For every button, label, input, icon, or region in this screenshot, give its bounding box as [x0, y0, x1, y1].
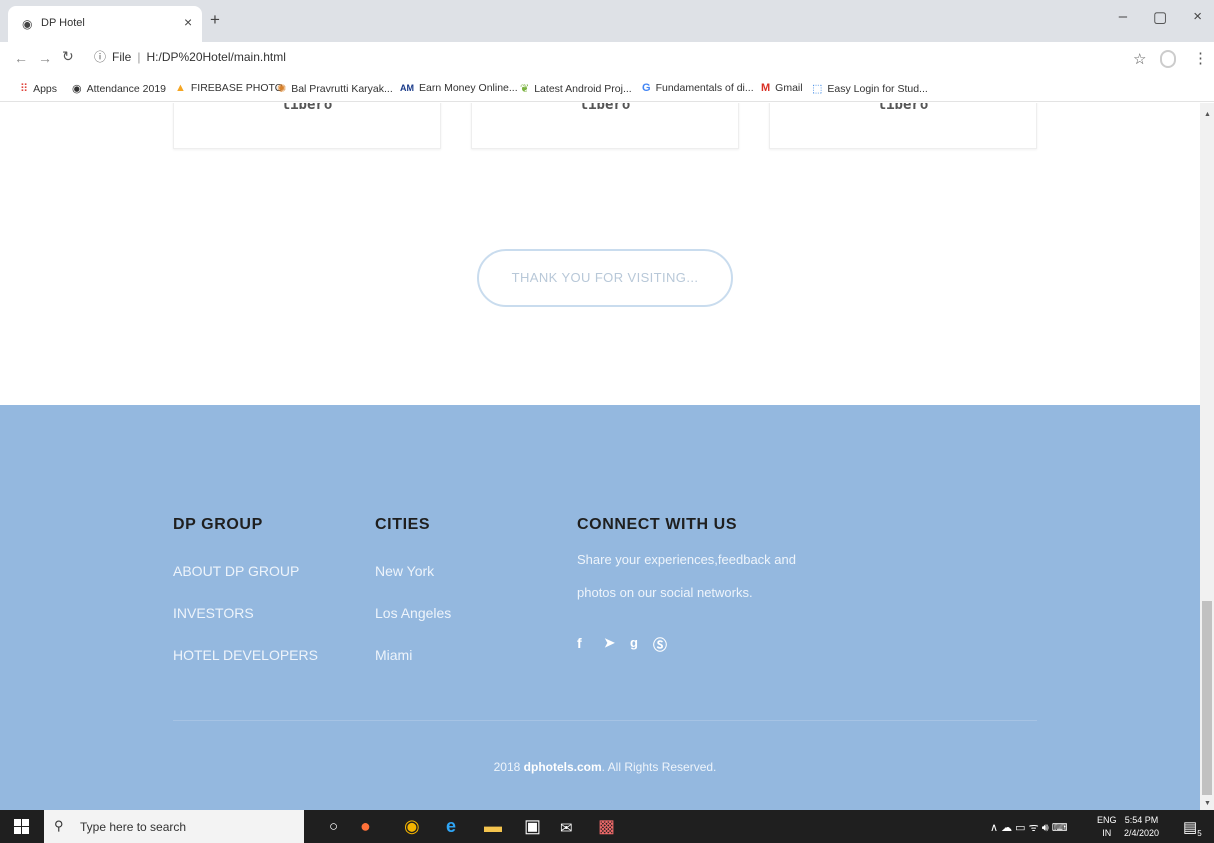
- bookmark-star-icon[interactable]: ☆: [1133, 50, 1146, 68]
- bookmark-android-projects[interactable]: ❦ Latest Android Proj...: [520, 82, 632, 95]
- system-tray-icons[interactable]: ∧ ☁ ▭ ᯤ 🔊︎ ⌨: [990, 820, 1068, 835]
- bookmark-easy-login[interactable]: ⬚ Easy Login for Stud...: [812, 82, 928, 95]
- footer-heading-cities: CITIES: [375, 516, 431, 533]
- xampp-icon[interactable]: ▩: [598, 816, 615, 837]
- maximize-button[interactable]: ▢: [1153, 8, 1167, 26]
- minimize-button[interactable]: –: [1119, 8, 1127, 26]
- footer-connect-line-2: photos on our social networks.: [577, 585, 753, 600]
- google-icon: G: [642, 82, 651, 94]
- chrome-icon[interactable]: ◉: [404, 816, 420, 837]
- card-label: libero: [281, 103, 333, 113]
- bookmark-firebase[interactable]: ▲ FIREBASE PHOTO: [175, 82, 283, 94]
- copyright-site[interactable]: dphotels.com: [524, 760, 602, 774]
- gmail-icon: M: [761, 82, 771, 94]
- facebook-icon[interactable]: f: [577, 635, 582, 651]
- apps-grid-icon: ⠿: [20, 83, 29, 95]
- bookmark-fundamentals[interactable]: G Fundamentals of di...: [642, 82, 754, 94]
- emblem-icon: ✺: [277, 83, 287, 95]
- menu-kebab-icon[interactable]: ⋮: [1193, 49, 1208, 67]
- am-logo-icon: AM: [400, 83, 414, 93]
- profile-avatar[interactable]: [1160, 50, 1176, 68]
- bookmark-attendance[interactable]: ◉ Attendance 2019: [72, 82, 166, 95]
- room-card[interactable]: libero: [769, 103, 1037, 149]
- footer-city-miami[interactable]: Miami: [375, 647, 412, 663]
- tab-title: DP Hotel: [41, 17, 85, 29]
- footer-divider: [173, 720, 1037, 721]
- store-icon[interactable]: ▣: [524, 816, 541, 837]
- bookmark-apps[interactable]: ⠿ Apps: [20, 82, 57, 95]
- language-indicator[interactable]: ENG IN: [1097, 814, 1117, 840]
- twitter-icon[interactable]: ➤: [604, 635, 615, 651]
- scroll-up-arrow-icon[interactable]: ▲: [1204, 111, 1211, 118]
- url-prefix: File: [112, 50, 132, 64]
- window-controls: – ▢ ×: [1119, 8, 1202, 26]
- cortana-icon[interactable]: ○: [329, 818, 338, 835]
- taskbar-clock[interactable]: 5:54 PM 2/4/2020: [1124, 814, 1159, 840]
- room-card[interactable]: libero: [173, 103, 441, 149]
- skype-icon[interactable]: Ⓢ: [653, 635, 667, 655]
- footer-heading-dp-group: DP GROUP: [173, 516, 263, 533]
- copyright-text: 2018 dphotels.com. All Rights Reserved.: [493, 760, 717, 774]
- windows-start-icon[interactable]: [14, 819, 29, 834]
- browser-tab-bar: ◉ DP Hotel × + – ▢ ×: [0, 0, 1214, 42]
- scrollbar-thumb[interactable]: [1202, 601, 1212, 795]
- card-label: libero: [877, 103, 929, 113]
- edge-icon[interactable]: e: [446, 816, 456, 837]
- url-text: H:/DP%20Hotel/main.html: [146, 50, 286, 64]
- firebase-icon: ▲: [175, 82, 186, 94]
- file-explorer-icon[interactable]: ▬: [484, 816, 502, 837]
- card-label: libero: [579, 103, 631, 113]
- search-icon: ⚲: [54, 818, 64, 833]
- info-icon: ⓘ: [94, 50, 107, 64]
- page-scrollbar[interactable]: ▲ ▼: [1200, 103, 1214, 810]
- forward-button[interactable]: →: [38, 50, 52, 66]
- windows-taskbar: ⚲ Type here to search ○ ● ◉ e ▬ ▣ ✉ ▩ ∧ …: [0, 810, 1214, 843]
- globe-icon: ◉: [22, 17, 33, 31]
- footer-link-hotel-developers[interactable]: HOTEL DEVELOPERS: [173, 647, 318, 663]
- firefox-icon[interactable]: ●: [360, 816, 371, 837]
- mail-icon[interactable]: ✉: [560, 819, 573, 837]
- tab-close-button[interactable]: ×: [184, 14, 192, 30]
- reload-button[interactable]: ↻: [62, 48, 74, 65]
- taskbar-search-box[interactable]: ⚲ Type here to search: [44, 810, 304, 843]
- bookmark-gmail[interactable]: M Gmail: [761, 82, 803, 94]
- address-bar[interactable]: ⓘ File | H:/DP%20Hotel/main.html: [94, 48, 286, 65]
- new-tab-button[interactable]: +: [210, 10, 220, 30]
- scroll-down-arrow-icon[interactable]: ▼: [1204, 800, 1211, 807]
- close-window-button[interactable]: ×: [1193, 8, 1202, 26]
- footer-connect-line-1: Share your experiences,feedback and: [577, 552, 796, 567]
- bookmark-bal-pravrutti[interactable]: ✺ Bal Pravrutti Karyak...: [277, 82, 393, 95]
- footer-link-about[interactable]: ABOUT DP GROUP: [173, 563, 299, 579]
- login-icon: ⬚: [812, 83, 823, 95]
- footer-heading-connect: CONNECT WITH US: [577, 516, 738, 533]
- footer-city-new-york[interactable]: New York: [375, 563, 434, 579]
- browser-tab[interactable]: ◉ DP Hotel ×: [8, 6, 202, 42]
- footer-city-los-angeles[interactable]: Los Angeles: [375, 605, 451, 621]
- room-card[interactable]: libero: [471, 103, 739, 149]
- page-viewport: libero libero libero THANK YOU FOR VISIT…: [0, 103, 1200, 810]
- leaf-icon: ❦: [520, 83, 530, 95]
- notification-icon[interactable]: ▤5: [1183, 818, 1202, 838]
- bookmarks-bar: ⠿ Apps ◉ Attendance 2019 ▲ FIREBASE PHOTO ✺…: [0, 76, 1214, 102]
- bookmark-earn-money[interactable]: AM Earn Money Online...: [400, 82, 518, 94]
- site-footer: DP GROUP ABOUT DP GROUP INVESTORS HOTEL …: [0, 405, 1200, 810]
- google-plus-icon[interactable]: g: [630, 635, 638, 650]
- taskbar-search-placeholder: Type here to search: [80, 820, 187, 834]
- back-button[interactable]: ←: [14, 50, 28, 66]
- footer-link-investors[interactable]: INVESTORS: [173, 605, 254, 621]
- thank-you-button[interactable]: THANK YOU FOR VISITING...: [477, 249, 733, 307]
- globe-icon: ◉: [72, 83, 82, 95]
